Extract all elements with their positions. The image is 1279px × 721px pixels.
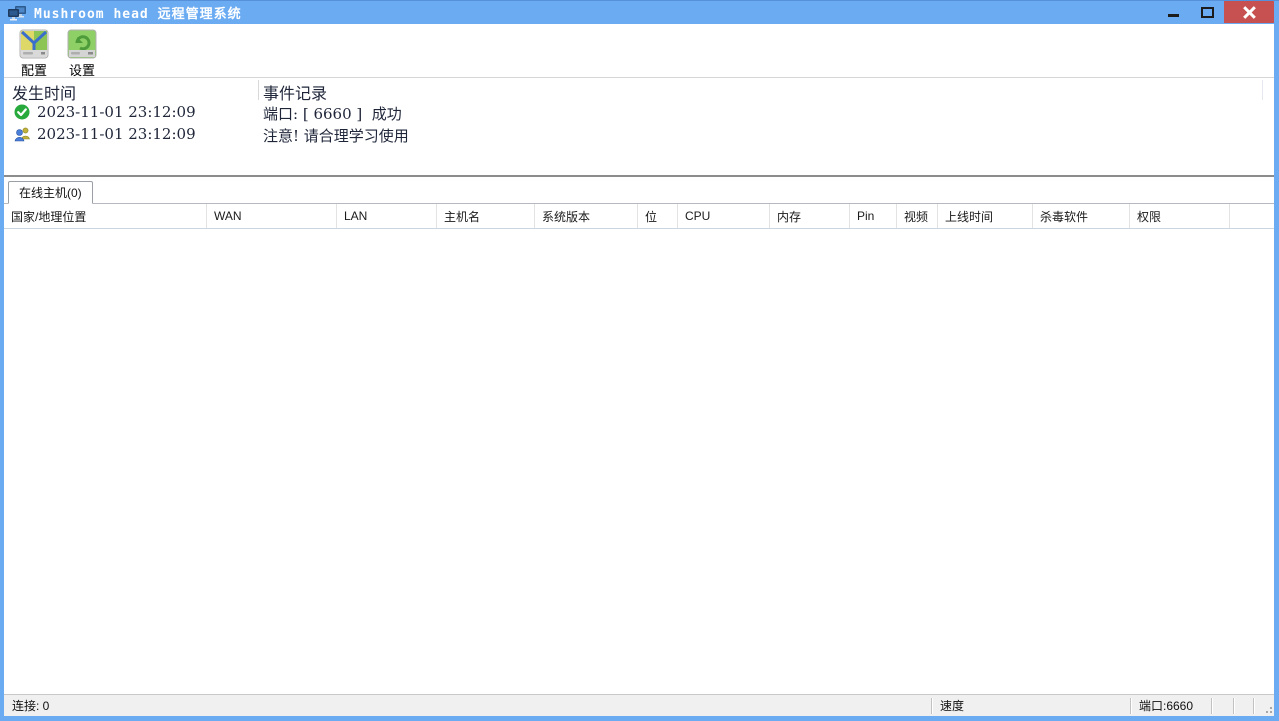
column-header-3[interactable]: LAN xyxy=(337,204,437,228)
close-button[interactable] xyxy=(1224,1,1274,23)
maximize-icon xyxy=(1201,7,1214,18)
tab-bar: 在线主机(0) xyxy=(4,177,1274,204)
column-header-4[interactable]: 主机名 xyxy=(437,204,535,228)
resize-grip-icon[interactable] xyxy=(1262,702,1274,714)
column-header-10[interactable]: 视频 xyxy=(897,204,938,228)
status-port: 端口:6660 xyxy=(1131,695,1211,716)
status-empty-cell xyxy=(1212,695,1233,716)
minimize-icon xyxy=(1168,14,1179,17)
column-header-11[interactable]: 上线时间 xyxy=(938,204,1033,228)
event-time: 2023-11-01 23:12:09 xyxy=(37,125,196,143)
status-connection: 连接: 0 xyxy=(4,695,931,716)
event-column-event[interactable]: 事件记录 xyxy=(263,80,327,104)
users-icon xyxy=(14,126,30,142)
column-header-9[interactable]: Pin xyxy=(850,204,897,228)
success-check-icon xyxy=(14,104,30,120)
column-header-7[interactable]: CPU xyxy=(678,204,770,228)
host-table-header: 国家/地理位置WANLAN主机名系统版本位CPU内存Pin视频上线时间杀毒软件权… xyxy=(4,204,1274,229)
status-empty-cell xyxy=(1234,695,1253,716)
column-header-5[interactable]: 系统版本 xyxy=(535,204,638,228)
status-speed: 速度 xyxy=(932,695,1130,716)
toolbar: 配置 设置 xyxy=(4,25,1274,78)
event-column-divider-right xyxy=(1262,80,1263,100)
status-empty-cell xyxy=(1254,695,1262,716)
maximize-button[interactable] xyxy=(1190,1,1224,23)
event-column-divider[interactable] xyxy=(258,80,259,100)
window-border-bottom xyxy=(0,716,1279,721)
column-header-12[interactable]: 杀毒软件 xyxy=(1033,204,1130,228)
window-border-right xyxy=(1274,24,1279,716)
minimize-button[interactable] xyxy=(1156,1,1190,23)
column-header-6[interactable]: 位 xyxy=(638,204,678,228)
event-row[interactable]: 2023-11-01 23:12:09 端口: [ 6660 ] 成功 xyxy=(4,102,1274,124)
window-controls xyxy=(1156,1,1274,25)
config-button[interactable]: 配置 xyxy=(16,29,52,79)
status-bar: 连接: 0 速度 端口:6660 xyxy=(4,694,1274,716)
close-icon xyxy=(1243,6,1256,19)
app-window: Mushroom head 远程管理系统 xyxy=(0,0,1279,721)
titlebar: Mushroom head 远程管理系统 xyxy=(0,0,1279,24)
settings-button[interactable]: 设置 xyxy=(64,29,100,79)
column-header-13[interactable]: 权限 xyxy=(1130,204,1230,228)
column-header-filler xyxy=(1230,204,1274,228)
event-log-panel: 发生时间 事件记录 2023-11-01 23:12:09 端口: [ 6660… xyxy=(4,78,1274,175)
event-column-time[interactable]: 发生时间 xyxy=(12,80,76,104)
dual-monitors-icon xyxy=(7,5,27,21)
event-text: 注意! 请合理学习使用 xyxy=(263,125,409,146)
event-row[interactable]: 2023-11-01 23:12:09 注意! 请合理学习使用 xyxy=(4,124,1274,146)
tab-online-hosts[interactable]: 在线主机(0) xyxy=(8,181,93,204)
column-header-8[interactable]: 内存 xyxy=(770,204,850,228)
config-icon xyxy=(19,29,49,59)
event-time: 2023-11-01 23:12:09 xyxy=(37,103,196,121)
event-log-header: 发生时间 事件记录 xyxy=(4,78,1274,102)
column-header-2[interactable]: WAN xyxy=(207,204,337,228)
column-header-1[interactable]: 国家/地理位置 xyxy=(4,204,207,228)
settings-icon xyxy=(67,29,97,59)
config-button-label: 配置 xyxy=(21,60,47,79)
event-text: 端口: [ 6660 ] 成功 xyxy=(263,103,402,124)
settings-button-label: 设置 xyxy=(69,60,95,79)
host-table-body[interactable] xyxy=(4,229,1274,694)
window-title: Mushroom head 远程管理系统 xyxy=(34,3,242,22)
